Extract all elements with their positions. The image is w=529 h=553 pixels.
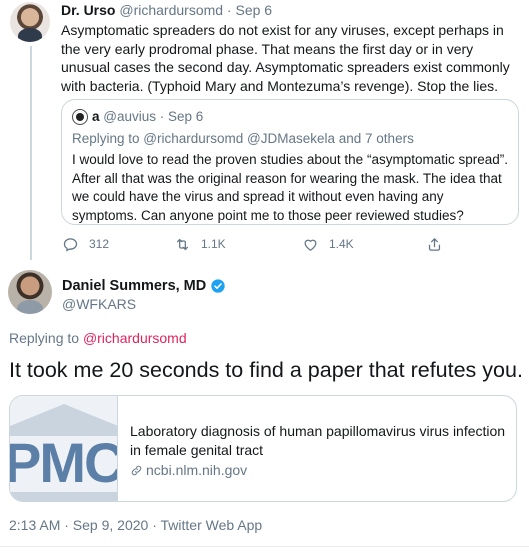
quoted-avatar bbox=[72, 109, 88, 125]
reply-button[interactable]: 312 bbox=[62, 235, 109, 253]
replying-prefix: Replying to bbox=[9, 330, 83, 346]
avatar[interactable] bbox=[8, 270, 52, 314]
tweet-header: Dr. Urso @richardursomd · Sep 6 bbox=[61, 2, 272, 19]
retweet-button[interactable]: 1.1K bbox=[174, 235, 226, 253]
quoted-date: Sep 6 bbox=[168, 109, 204, 124]
replying-to-handles: @richardursomd @JDMasekela and 7 others bbox=[143, 131, 414, 146]
quoted-header: a @auvius · Sep 6 bbox=[92, 108, 203, 125]
avatar[interactable] bbox=[10, 2, 50, 42]
tweet-date[interactable]: Sep 6 bbox=[236, 2, 273, 18]
replying-prefix: Replying to bbox=[72, 131, 144, 146]
quoted-author-handle: @auvius bbox=[103, 109, 157, 124]
link-icon bbox=[131, 465, 142, 475]
quoted-text: I would love to read the proven studies … bbox=[72, 152, 508, 223]
tweet-text: It took me 20 seconds to find a paper th… bbox=[9, 358, 523, 382]
like-count: 1.4K bbox=[329, 237, 354, 251]
quoted-tweet[interactable]: a @auvius · Sep 6 Replying to @richardur… bbox=[61, 99, 519, 225]
replying-to: Replying to @richardursomd bbox=[9, 330, 187, 346]
card-thumb-text: PMC bbox=[10, 431, 118, 494]
tweet-actions: 312 1.1K 1.4K bbox=[62, 235, 462, 253]
share-icon bbox=[428, 237, 441, 251]
share-button[interactable] bbox=[426, 235, 443, 253]
card-domain-row: ncbi.nlm.nih.gov bbox=[130, 461, 510, 479]
verified-badge-icon bbox=[211, 279, 225, 293]
card-domain: ncbi.nlm.nih.gov bbox=[146, 462, 248, 478]
link-card[interactable]: PMC Laboratory diagnosis of human papill… bbox=[9, 395, 517, 502]
author-handle[interactable]: @WFKARS bbox=[62, 296, 136, 312]
quoted-author-name: a bbox=[92, 109, 100, 124]
separator-dot: · bbox=[156, 109, 169, 124]
retweet-count: 1.1K bbox=[201, 237, 226, 251]
tweet-timestamp-row: 2:13 AM · Sep 9, 2020 · Twitter Web App bbox=[9, 517, 262, 533]
tweet-source-app[interactable]: Twitter Web App bbox=[161, 517, 263, 533]
author-name-row: Daniel Summers, MD bbox=[62, 278, 226, 294]
tweet-text: Asymptomatic spreaders do not exist for … bbox=[61, 22, 510, 94]
author-name[interactable]: Dr. Urso bbox=[61, 2, 115, 18]
reply-icon bbox=[63, 237, 78, 252]
divider bbox=[0, 546, 529, 547]
replying-to-link[interactable]: @richardursomd bbox=[83, 330, 187, 346]
like-button[interactable]: 1.4K bbox=[302, 235, 354, 253]
retweet-icon bbox=[176, 238, 189, 250]
thread-connector-line bbox=[30, 46, 32, 260]
like-icon bbox=[304, 239, 317, 251]
author-handle[interactable]: @richardursomd bbox=[119, 2, 223, 18]
tweet-timestamp[interactable]: 2:13 AM · Sep 9, 2020 · bbox=[9, 517, 161, 533]
pmc-logo: PMC bbox=[10, 396, 118, 501]
card-text: Laboratory diagnosis of human papillomav… bbox=[130, 422, 510, 479]
separator-dot: · bbox=[223, 2, 236, 18]
card-thumbnail: PMC bbox=[10, 396, 118, 501]
author-name[interactable]: Daniel Summers, MD bbox=[62, 278, 206, 294]
reply-count: 312 bbox=[89, 237, 110, 251]
quoted-replying-to: Replying to @richardursomd @JDMasekela a… bbox=[72, 130, 414, 147]
card-title: Laboratory diagnosis of human papillomav… bbox=[130, 423, 506, 458]
